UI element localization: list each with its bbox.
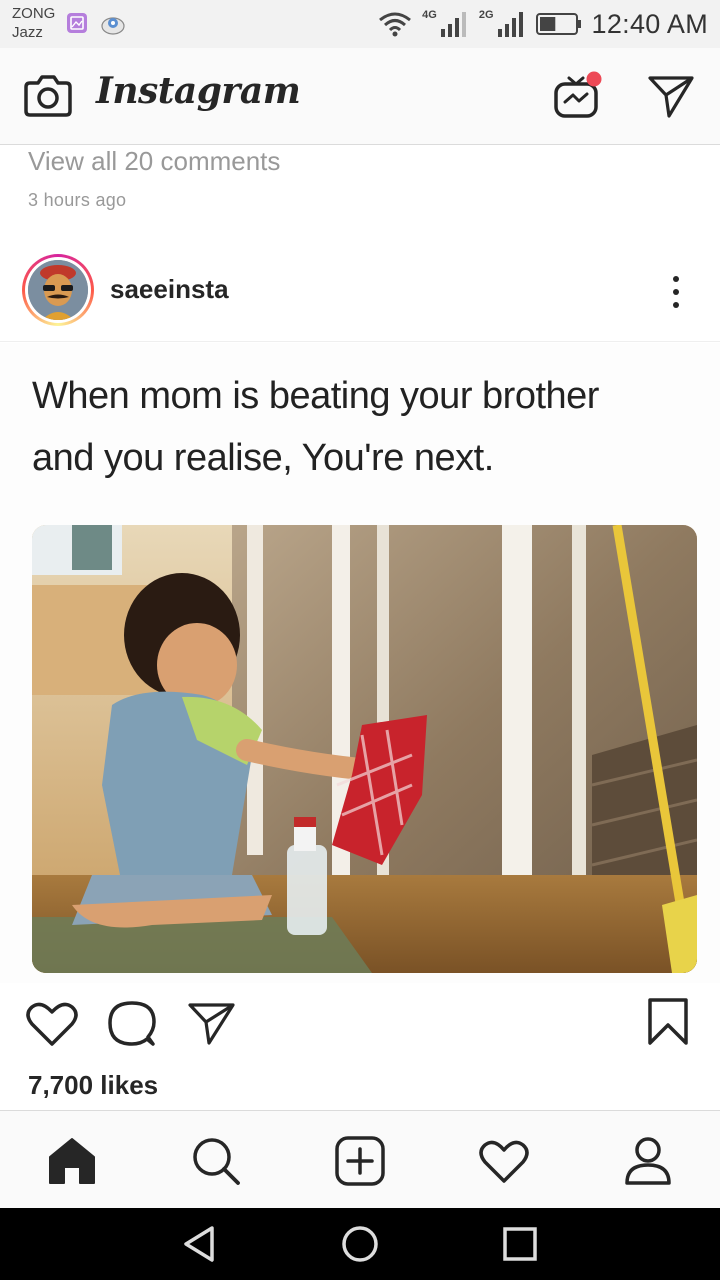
home-icon[interactable] (44, 1133, 100, 1189)
post-header: saeeinsta (0, 248, 720, 342)
status-bar: ZONG Jazz 4G 2G 12:40 AM (0, 0, 720, 48)
carrier-line2: Jazz (12, 24, 43, 41)
avatar-story-ring[interactable] (22, 254, 94, 326)
status-indicators: 4G 2G 12:40 AM (378, 8, 708, 40)
post-username[interactable]: saeeinsta (110, 274, 229, 305)
signal-icon-1 (440, 12, 466, 37)
activity-icon[interactable] (476, 1133, 532, 1189)
recents-icon[interactable] (500, 1224, 540, 1264)
wifi-icon (379, 12, 412, 37)
post-media[interactable]: When mom is beating your brother and you… (0, 343, 720, 983)
dot (673, 302, 679, 308)
heart-icon[interactable] (26, 1000, 78, 1048)
bookmark-icon[interactable] (646, 997, 690, 1047)
app-header: Instagram (0, 48, 720, 145)
back-icon[interactable] (180, 1224, 220, 1264)
home-circle-icon[interactable] (340, 1224, 380, 1264)
carrier-line1: ZONG (12, 5, 56, 22)
signal-icon-2 (497, 12, 523, 37)
battery-icon (535, 13, 581, 35)
meme-text-line1: When mom is beating your brother (32, 375, 599, 417)
child-cleaning-window-photo (32, 525, 697, 973)
bottom-navigation (0, 1110, 720, 1208)
post-photo (32, 525, 697, 973)
direct-message-icon[interactable] (647, 73, 695, 119)
add-post-icon[interactable] (332, 1133, 388, 1189)
share-icon[interactable] (187, 1000, 237, 1046)
brand-logo: Instagram (96, 70, 301, 112)
gallery-notification-icon (67, 13, 87, 33)
dot (673, 289, 679, 295)
likes-count[interactable]: 7,700 likes (28, 1070, 158, 1101)
meme-text: When mom is beating your brother and you… (32, 365, 692, 489)
comment-icon[interactable] (107, 1000, 157, 1048)
network-label-2: 2G (478, 9, 494, 21)
carrier-info: ZONG Jazz (12, 4, 55, 42)
clock: 12:40 AM (591, 8, 708, 39)
post-timestamp: 3 hours ago (28, 190, 127, 210)
camera-icon[interactable] (24, 73, 72, 119)
profile-icon[interactable] (620, 1133, 676, 1189)
app-notification-icon (101, 17, 125, 35)
view-all-comments-link[interactable]: View all 20 comments (28, 146, 280, 177)
avatar-image (28, 260, 88, 320)
system-navigation-bar (0, 1208, 720, 1280)
network-label-1: 4G (422, 9, 437, 21)
meme-text-line2: and you realise, You're next. (32, 437, 494, 479)
more-options-icon[interactable] (666, 274, 686, 310)
dot (673, 276, 679, 282)
igtv-icon[interactable] (552, 68, 604, 120)
avatar (28, 260, 88, 320)
search-icon[interactable] (188, 1133, 244, 1189)
